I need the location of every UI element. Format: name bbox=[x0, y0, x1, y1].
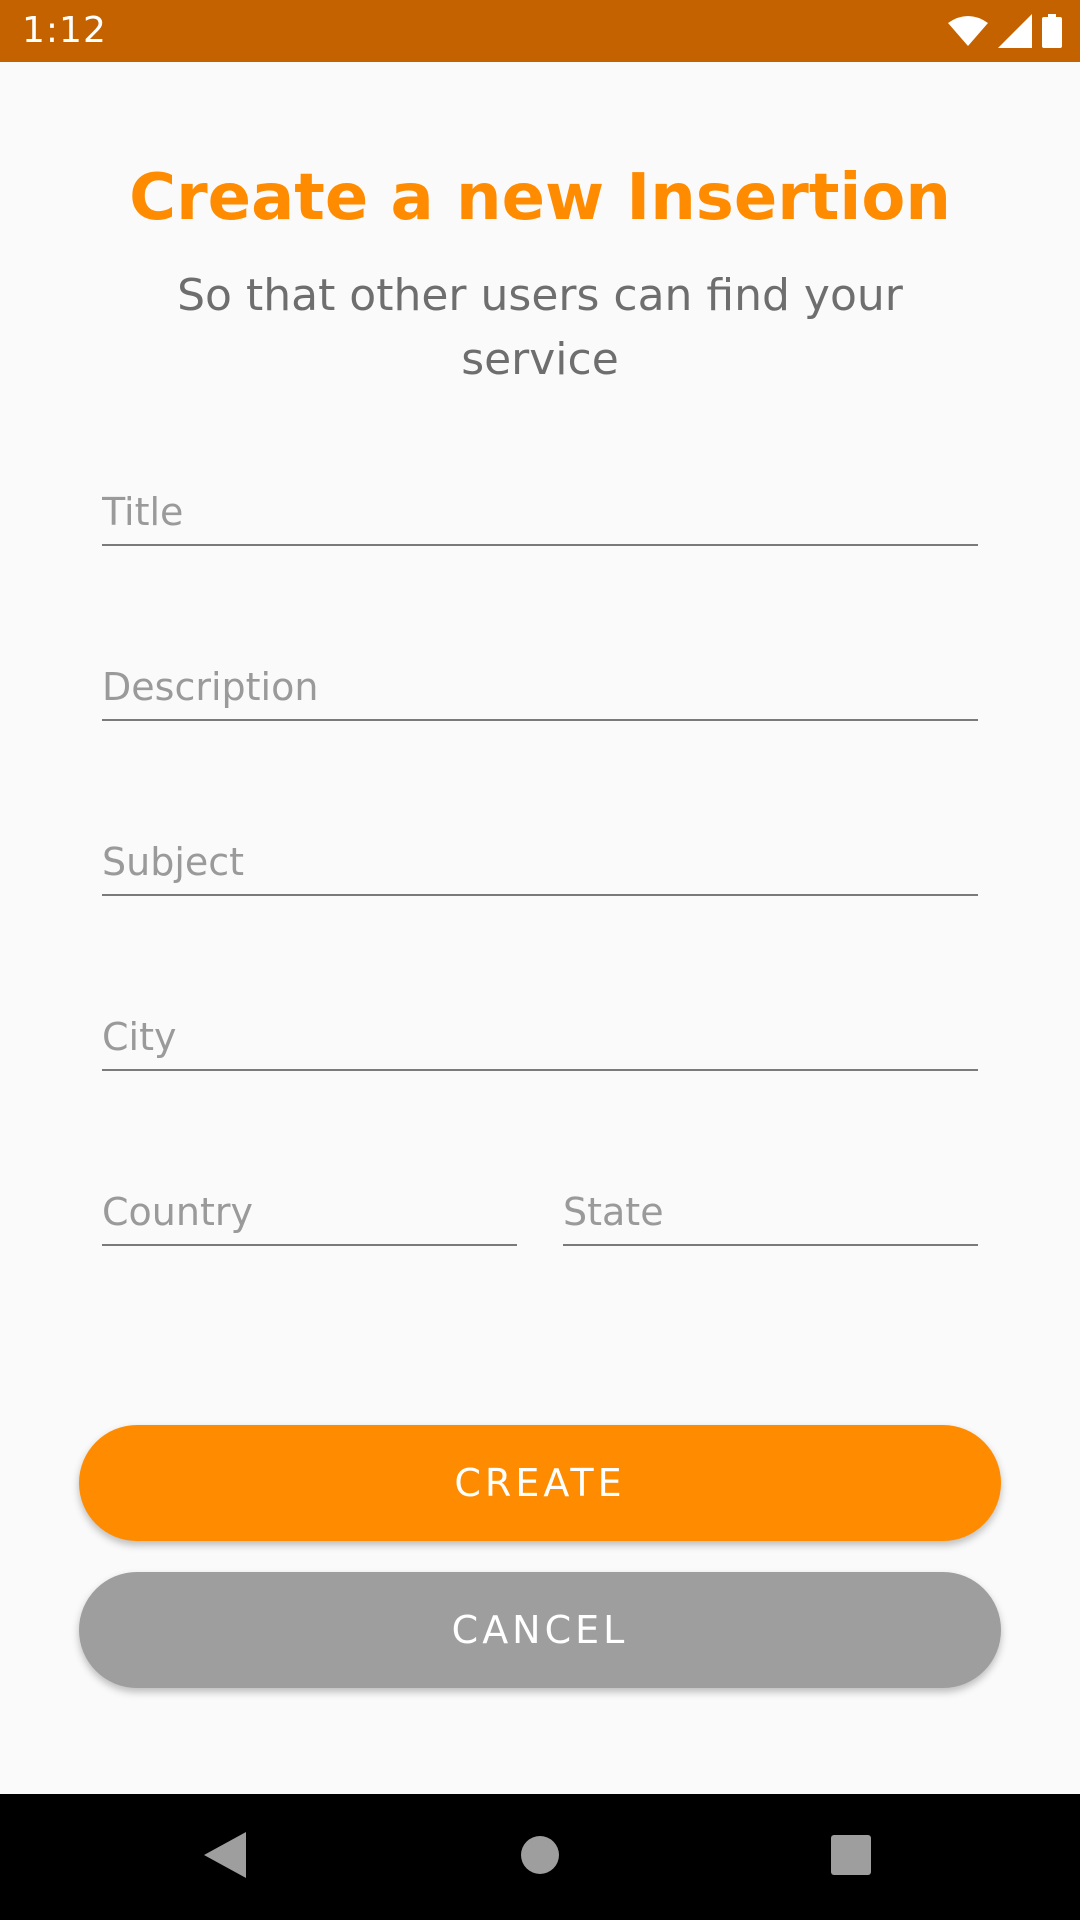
cancel-button[interactable]: CANCEL bbox=[79, 1572, 1001, 1688]
country-input[interactable] bbox=[102, 1190, 517, 1234]
home-button[interactable] bbox=[495, 1814, 585, 1900]
status-time: 1:12 bbox=[22, 10, 107, 51]
page-title: Create a new Insertion bbox=[129, 161, 951, 235]
screen: 1:12 Create a new Insertion So that othe… bbox=[0, 0, 1080, 1920]
cellular-signal-icon bbox=[998, 14, 1032, 48]
country-field bbox=[102, 1164, 517, 1246]
state-field bbox=[563, 1164, 978, 1246]
battery-icon bbox=[1042, 14, 1062, 48]
subject-input[interactable] bbox=[102, 840, 978, 884]
recents-icon bbox=[831, 1835, 871, 1879]
page-subtitle: So that other users can find your servic… bbox=[177, 270, 903, 385]
description-field bbox=[102, 639, 978, 721]
title-input[interactable] bbox=[102, 490, 978, 534]
city-input[interactable] bbox=[102, 1015, 978, 1059]
title-field bbox=[102, 464, 978, 546]
navigation-bar bbox=[0, 1794, 1080, 1920]
home-icon bbox=[520, 1835, 560, 1879]
status-bar: 1:12 bbox=[0, 0, 1080, 62]
recents-button[interactable] bbox=[806, 1814, 896, 1900]
subject-field bbox=[102, 814, 978, 896]
status-icons bbox=[948, 12, 1062, 50]
city-field bbox=[102, 989, 978, 1071]
create-button[interactable]: CREATE bbox=[79, 1425, 1001, 1541]
description-input[interactable] bbox=[102, 665, 978, 709]
back-icon bbox=[204, 1832, 246, 1882]
state-input[interactable] bbox=[563, 1190, 978, 1234]
wifi-icon bbox=[948, 15, 988, 47]
back-button[interactable] bbox=[180, 1814, 270, 1900]
